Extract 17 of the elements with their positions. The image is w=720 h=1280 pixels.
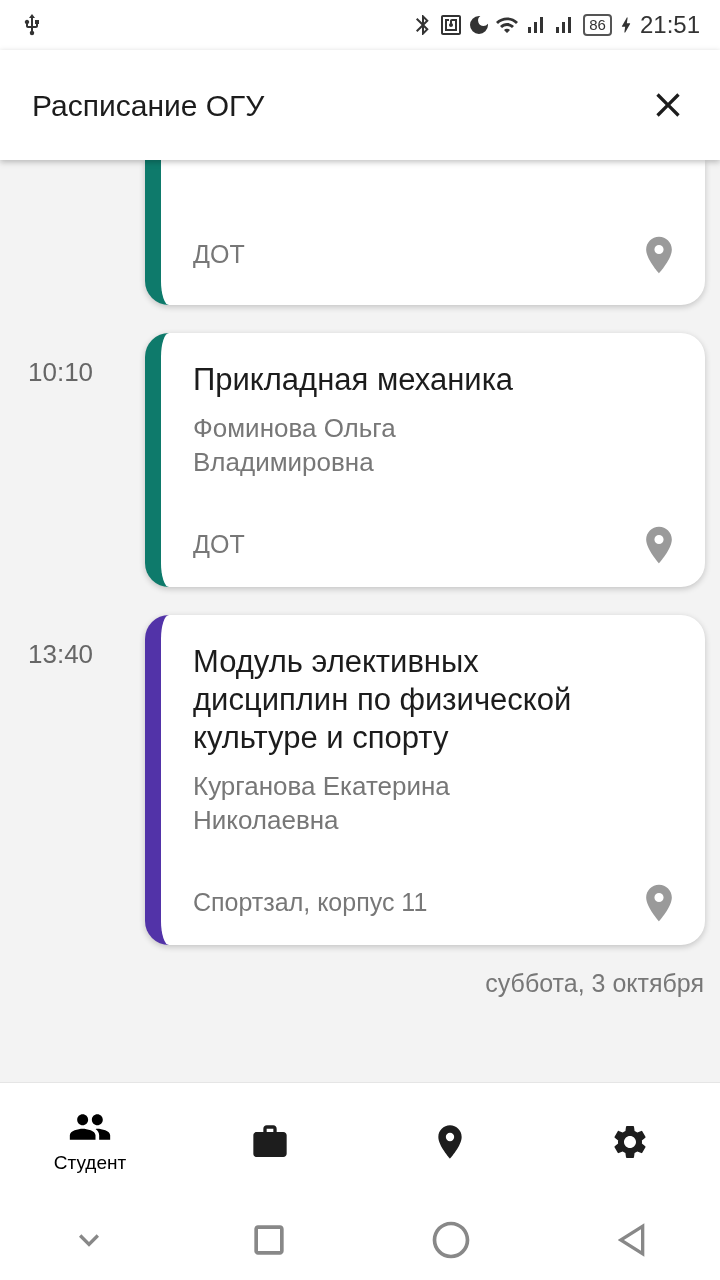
lesson-time: 10:10 [28, 357, 94, 387]
nfc-icon [439, 13, 464, 37]
lesson-place: ДОТ [193, 239, 245, 271]
lesson-card[interactable]: ДОТ [145, 160, 705, 305]
nav-tab[interactable]: Студент [0, 1105, 180, 1178]
lesson-time: 13:40 [28, 639, 94, 669]
battery-level: 86 [583, 14, 612, 36]
teacher-name: Фоминова Ольга Владимировна [193, 412, 397, 479]
lesson-place: ДОТ [193, 529, 245, 561]
teacher-name: Курганова Екатерина Николаевна [193, 770, 451, 837]
day-heading: суббота, 3 октября [485, 968, 704, 999]
clock: 21:51 [639, 10, 700, 40]
lesson-title: Прикладная механика [193, 361, 515, 399]
lesson-place: Спортзал, корпус 11 [193, 887, 428, 919]
app-title: Расписание ОГУ [32, 87, 265, 124]
lesson-title: Модуль элективных дисциплин по физической культуре и спорту [193, 643, 573, 757]
lesson-card[interactable]: Прикладная механика Фоминова Ольга Владимировна ДОТ [145, 333, 705, 587]
